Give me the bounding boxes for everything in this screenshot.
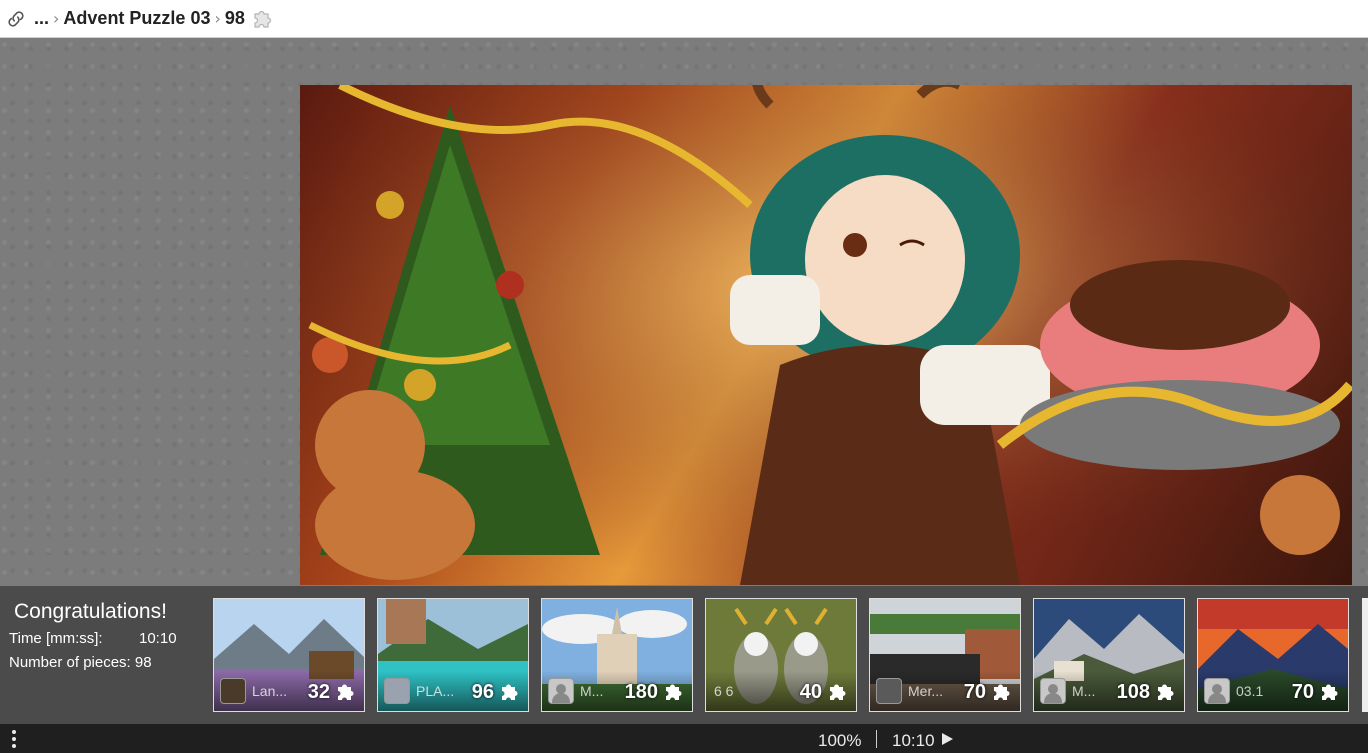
thumbnail-piece-count: 180: [624, 681, 658, 703]
thumbnail-author: M...: [580, 683, 604, 699]
breadcrumb-ellipsis[interactable]: ...: [34, 8, 49, 29]
avatar: [220, 678, 246, 704]
puzzle-piece-icon: [1158, 684, 1174, 700]
chevron-right-icon: ›: [53, 9, 60, 28]
thumbnail-author: PLA...: [416, 683, 455, 699]
thumbnail-piece-count: 40: [799, 681, 822, 703]
completed-puzzle-image[interactable]: [300, 85, 1352, 585]
puzzle-thumbnail[interactable]: M... 180: [541, 598, 693, 712]
puzzle-thumbnail-partial[interactable]: [1362, 598, 1368, 712]
thumbnail-author: M...: [1072, 683, 1096, 699]
chevron-right-icon: ›: [214, 9, 221, 28]
puzzle-piece-icon: [994, 684, 1010, 700]
puzzle-piece-icon: [338, 684, 354, 700]
thumbnail-author: 03.1: [1236, 683, 1264, 699]
avatar: [548, 678, 574, 704]
link-icon[interactable]: [4, 7, 28, 31]
avatar: [384, 678, 410, 704]
avatar: [876, 678, 902, 704]
thumbnail-author: 6 6: [714, 683, 734, 699]
thumbnail-piece-count: 70: [1291, 681, 1314, 703]
divider: [876, 730, 877, 748]
thumbnail-piece-count: 70: [963, 681, 986, 703]
pieces-count-label: Number of pieces: 98: [9, 654, 152, 671]
thumbnail-piece-count: 108: [1116, 681, 1150, 703]
congratulations-title: Congratulations!: [14, 600, 167, 623]
timer: 10:10: [892, 731, 935, 750]
puzzle-piece-icon: [830, 684, 846, 700]
time-label: Time [mm:ss]:: [9, 630, 103, 647]
puzzle-piece-icon: [251, 6, 277, 32]
puzzle-thumbnail[interactable]: Lan... 32: [213, 598, 365, 712]
thumbnail-author: Lan...: [252, 683, 288, 699]
thumbnail-piece-count: 96: [471, 681, 494, 703]
zoom-level[interactable]: 100%: [818, 731, 861, 751]
avatar: [1204, 678, 1230, 704]
thumbnail-piece-count: 32: [307, 681, 330, 703]
puzzle-piece-icon: [666, 684, 682, 700]
puzzle-thumbnail[interactable]: Mer... 70: [869, 598, 1021, 712]
breadcrumb: ... › Advent Puzzle 03 › 98: [0, 0, 1368, 38]
puzzle-thumbnail[interactable]: PLA... 96: [377, 598, 529, 712]
time-value: 10:10: [139, 630, 177, 647]
more-options-icon[interactable]: [8, 730, 20, 748]
puzzle-piece-icon: [502, 684, 518, 700]
thumbnail-author: Mer...: [908, 683, 944, 699]
suggested-puzzles: Lan... 32 PLA... 96 M... 180 6 6 40 Mer.…: [213, 598, 1349, 712]
play-icon[interactable]: [942, 733, 953, 745]
breadcrumb-piece-count[interactable]: 98: [225, 8, 245, 29]
congratulations-box: Congratulations! Time [mm:ss]: 10:10 Num…: [0, 586, 200, 724]
puzzle-thumbnail[interactable]: 03.1 70: [1197, 598, 1349, 712]
status-bar: 100% 10:10: [0, 724, 1368, 753]
avatar: [1040, 678, 1066, 704]
puzzle-piece-icon: [1322, 684, 1338, 700]
puzzle-thumbnail[interactable]: M... 108: [1033, 598, 1185, 712]
puzzle-thumbnail[interactable]: 6 6 40: [705, 598, 857, 712]
breadcrumb-puzzle-title[interactable]: Advent Puzzle 03: [63, 8, 210, 29]
